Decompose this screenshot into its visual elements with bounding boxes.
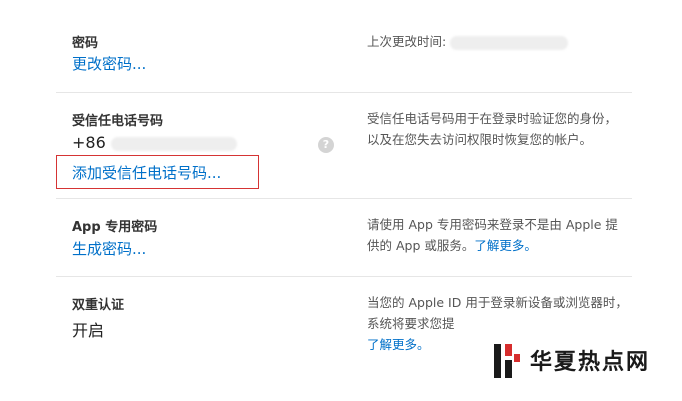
info-icon[interactable]: ? xyxy=(318,137,334,153)
add-trusted-phone-link[interactable]: 添加受信任电话号码... xyxy=(72,162,221,183)
watermark-text: 华夏热点网 xyxy=(530,350,651,375)
app-password-learn-more-link[interactable]: 了解更多。 xyxy=(474,238,537,253)
watermark: 华夏热点网 xyxy=(494,340,650,380)
two-factor-learn-more-link[interactable]: 了解更多。 xyxy=(367,337,430,352)
change-password-link[interactable]: 更改密码... xyxy=(72,53,146,74)
watermark-logo-icon xyxy=(494,340,522,380)
app-password-label: App 专用密码 xyxy=(72,220,158,235)
password-section: 密码 更改密码... 上次更改时间: xyxy=(56,0,632,92)
redacted-phone-number xyxy=(110,136,237,151)
app-password-section: App 专用密码 生成密码... 请使用 App 专用密码来登录不是由 Appl… xyxy=(56,198,632,277)
password-last-changed: 上次更改时间: xyxy=(367,31,629,52)
trusted-phone-number: +86 xyxy=(72,133,237,152)
password-label: 密码 xyxy=(72,36,99,51)
app-password-description: 请使用 App 专用密码来登录不是由 Apple 提供的 App 或服务。了解更… xyxy=(367,214,629,256)
country-code: +86 xyxy=(72,133,106,152)
two-factor-status: 开启 xyxy=(72,321,105,340)
last-changed-label: 上次更改时间: xyxy=(367,34,447,49)
two-factor-desc-text: 当您的 Apple ID 用于登录新设备或浏览器时，系统将要求您提 xyxy=(367,295,628,331)
generate-password-link[interactable]: 生成密码... xyxy=(72,238,146,259)
trusted-phone-description: 受信任电话号码用于在登录时验证您的身份，以及在您失去访问权限时恢复您的帐户。 xyxy=(367,111,618,147)
redacted-date xyxy=(450,35,569,50)
trusted-phone-section: 受信任电话号码 +86 ? 添加受信任电话号码... 受信任电话号码用于在登录时… xyxy=(56,92,632,199)
two-factor-section: 双重认证 开启 当您的 Apple ID 用于登录新设备或浏览器时，系统将要求您… xyxy=(56,276,632,401)
trusted-phone-label: 受信任电话号码 xyxy=(72,114,164,129)
apple-id-security-page: 密码 更改密码... 上次更改时间: 受信任电话号码 +86 ? 添加受信任电话… xyxy=(0,0,682,401)
two-factor-label: 双重认证 xyxy=(72,298,125,313)
